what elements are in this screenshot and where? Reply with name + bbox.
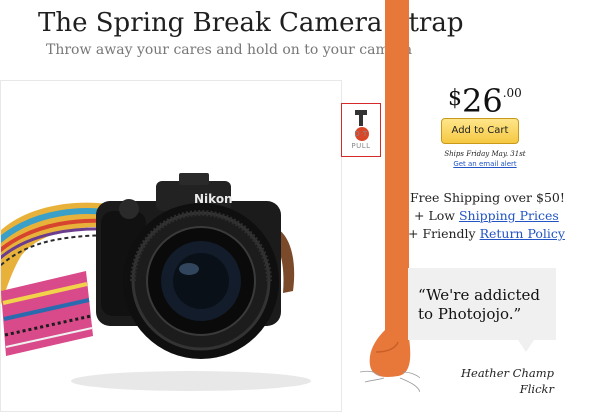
price-display: $26.00 — [448, 82, 522, 120]
add-to-cart-button[interactable]: Add to Cart — [441, 118, 519, 144]
pull-tab[interactable]: D T PULL — [341, 103, 381, 157]
camera-illustration: Nikon — [1, 173, 311, 391]
testimonial-quote: “We're addicted to Photojojo.” — [418, 286, 540, 323]
price-cents: .00 — [502, 86, 522, 100]
price-whole: 26 — [462, 82, 503, 120]
product-photo: Nikon — [0, 80, 342, 412]
return-policy-link[interactable]: Return Policy — [480, 226, 565, 241]
price-currency: $ — [448, 86, 462, 111]
testimonial-source: Flickr — [519, 382, 554, 396]
pull-tab-label: PULL — [351, 142, 371, 150]
testimonial-author: Heather Champ — [460, 366, 554, 380]
testimonial-bubble-tail — [518, 340, 534, 352]
pull-tab-cut-label: D T — [354, 130, 368, 138]
free-shipping-text: Free Shipping over $50! — [410, 190, 565, 205]
shipping-prices-link[interactable]: Shipping Prices — [459, 208, 559, 223]
shipping-prices-prefix: + Low — [414, 208, 459, 223]
email-alert-link[interactable]: Get an email alert — [430, 160, 540, 168]
page-title: The Spring Break Camera Strap — [38, 8, 464, 38]
shipping-prices-line: + Low Shipping Prices — [414, 208, 559, 223]
ship-date: Ships Friday May. 31st — [444, 150, 526, 158]
return-policy-line: + Friendly Return Policy — [408, 226, 565, 241]
page-subtitle: Throw away your cares and hold on to you… — [46, 42, 413, 58]
return-policy-prefix: + Friendly — [408, 226, 480, 241]
pull-arm-illustration — [359, 0, 420, 393]
